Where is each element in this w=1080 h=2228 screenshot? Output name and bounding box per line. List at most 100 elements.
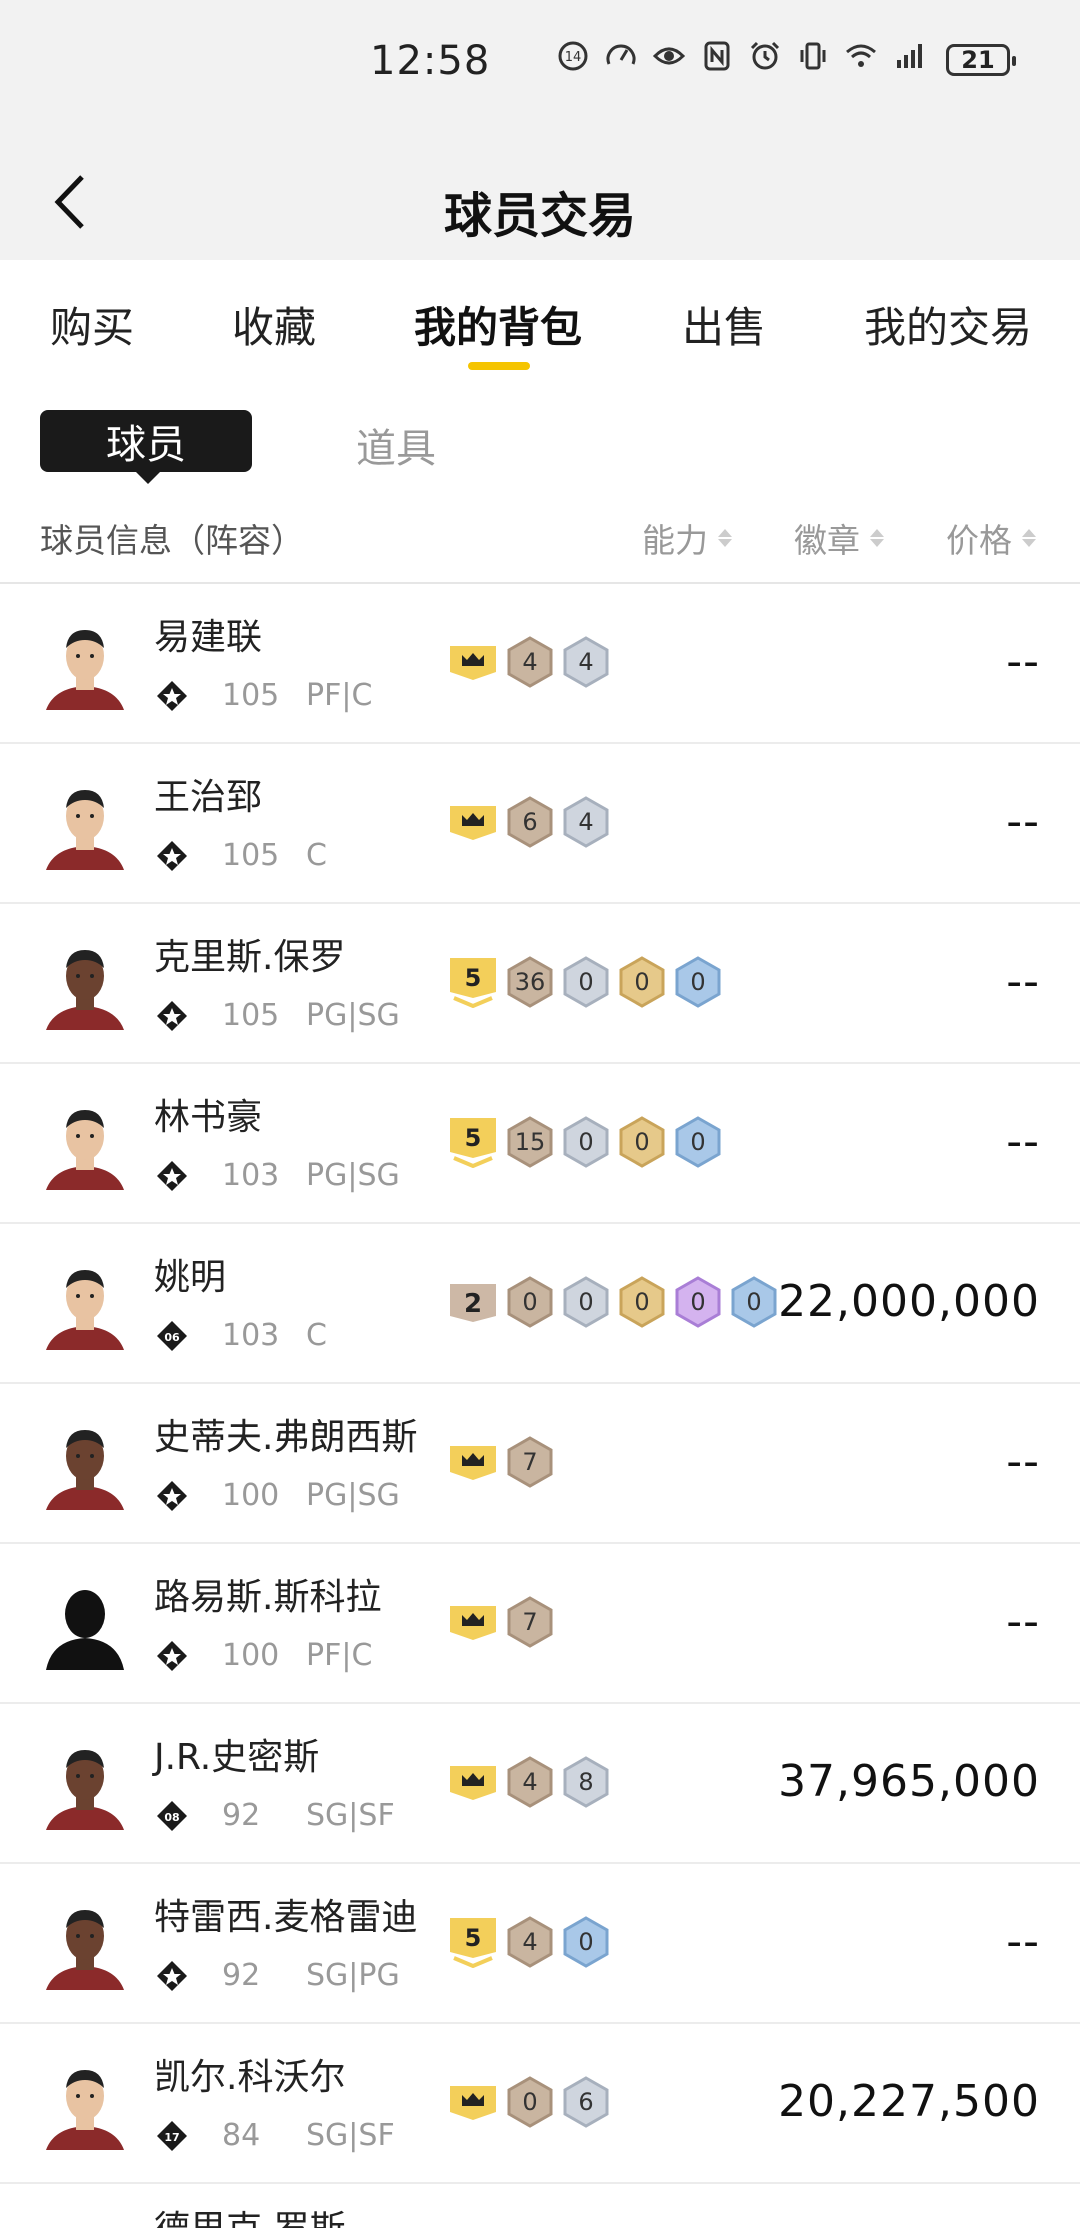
sort-ability-label: 能力 — [642, 521, 708, 560]
player-row[interactable]: 路易斯.斯科拉 100 PF|C 7 -- — [0, 1544, 1080, 1704]
player-row[interactable]: J.R.史密斯 08 92 SG|SF 4 8 37,965,000 — [0, 1704, 1080, 1864]
badge-count-hex: 0 — [618, 1116, 666, 1168]
partial-next-player: 德里克.罗斯 — [154, 2200, 345, 2228]
subtab-players[interactable]: 球员 — [40, 410, 252, 484]
status-time: 12:58 — [370, 38, 491, 84]
tab-my-bag[interactable]: 我的背包 — [414, 294, 582, 355]
badge-count: 6 — [522, 808, 538, 836]
svg-text:5: 5 — [465, 1124, 482, 1152]
active-tab-indicator — [468, 362, 530, 370]
vibrate-icon — [796, 40, 830, 72]
player-row[interactable]: 姚明 06 103 C 2 0 0 0 0 0 22,000,000 — [0, 1224, 1080, 1384]
player-row[interactable]: 王治郅 105 C 6 4 -- — [0, 744, 1080, 904]
badge-count-hex: 4 — [506, 1756, 554, 1808]
player-position: SG|SF — [306, 2118, 395, 2153]
player-rating: 105 — [222, 678, 280, 713]
player-row[interactable]: 林书豪 103 PG|SG 5 15 0 0 0 -- — [0, 1064, 1080, 1224]
sort-badge-label: 徽章 — [794, 521, 860, 560]
player-name: 易建联 — [154, 617, 263, 658]
sort-badge[interactable]: 徽章 — [794, 514, 884, 562]
player-rating: 105 — [222, 998, 280, 1033]
player-row[interactable]: 特雷西.麦格雷迪 92 SG|PG 5 4 0 -- — [0, 1864, 1080, 2024]
list-header: 球员信息（阵容） 能力 徽章 价格 — [0, 490, 1080, 584]
player-avatar — [40, 938, 130, 1030]
badge-count: 6 — [578, 2088, 594, 2116]
sort-price-label: 价格 — [946, 521, 1012, 560]
badge-count-hex: 6 — [562, 2076, 610, 2128]
badge-count-hex: 0 — [618, 1276, 666, 1328]
player-avatar — [40, 778, 130, 870]
sort-ability[interactable]: 能力 — [642, 514, 732, 562]
main-tabs: 购买 收藏 我的背包 出售 我的交易 — [0, 260, 1080, 380]
alarm-icon — [748, 40, 782, 72]
player-row[interactable]: 克里斯.保罗 105 PG|SG 5 36 0 0 0 -- — [0, 904, 1080, 1064]
badge-count-hex: 7 — [506, 1436, 554, 1488]
tab-favorites[interactable]: 收藏 — [232, 294, 316, 355]
badge-count: 0 — [746, 1288, 762, 1316]
tab-buy[interactable]: 购买 — [50, 294, 134, 355]
badge-count: 0 — [578, 1288, 594, 1316]
badge-count-hex: 0 — [674, 956, 722, 1008]
player-row[interactable]: 易建联 105 PF|C 4 4 -- — [0, 584, 1080, 744]
player-position: PG|SG — [306, 1478, 400, 1513]
badge-count: 0 — [578, 968, 594, 996]
tab-sell[interactable]: 出售 — [682, 294, 766, 355]
player-position: C — [306, 1318, 327, 1353]
player-name: 姚明 — [154, 1257, 227, 1298]
player-position: PF|C — [306, 1638, 373, 1673]
player-list: 易建联 105 PF|C 4 4 -- 王治郅 105 C 6 4 -- 克里斯.保罗 105 PG|SG 5… — [0, 584, 1080, 2184]
badge-count: 15 — [514, 1128, 546, 1156]
badge-count-hex: 15 — [506, 1116, 554, 1168]
badge-count: 7 — [522, 1608, 538, 1636]
svg-text:08: 08 — [164, 1811, 179, 1824]
cellular-signal-icon — [892, 40, 926, 72]
sort-icon — [1022, 529, 1036, 547]
sort-price[interactable]: 价格 — [946, 514, 1036, 562]
tier-badge — [448, 637, 498, 687]
player-rating: 105 — [222, 838, 280, 873]
badges-group: 06 — [448, 2076, 610, 2128]
tier-badge — [448, 1757, 498, 1807]
badges-group: 7 — [448, 1596, 554, 1648]
player-rating: 100 — [222, 1478, 280, 1513]
badge-count-hex: 0 — [562, 1276, 610, 1328]
tab-my-trades[interactable]: 我的交易 — [864, 294, 1032, 355]
svg-text:17: 17 — [164, 2131, 179, 2144]
badge-count-hex: 4 — [562, 636, 610, 688]
tier-badge: 5 — [448, 957, 498, 1008]
badge-count-hex: 0 — [618, 956, 666, 1008]
badge-count-hex: 4 — [506, 636, 554, 688]
player-avatar — [40, 1738, 130, 1830]
rank-diamond-icon — [156, 1000, 188, 1032]
badge-count: 8 — [578, 1768, 594, 1796]
player-avatar — [40, 1418, 130, 1510]
badge-count: 36 — [514, 968, 546, 996]
badge-count-hex: 36 — [506, 956, 554, 1008]
tier-badge: 2 — [448, 1277, 498, 1327]
badge-count: 4 — [578, 808, 594, 836]
tier-badge — [448, 1437, 498, 1487]
header-player-info: 球员信息（阵容） — [40, 514, 304, 562]
player-row[interactable]: 凯尔.科沃尔 17 84 SG|SF 0 6 20,227,500 — [0, 2024, 1080, 2184]
navbar: 球员交易 — [0, 130, 1080, 260]
svg-text:2: 2 — [464, 1289, 482, 1319]
player-name: 王治郅 — [154, 777, 263, 818]
rank-diamond-icon — [156, 1160, 188, 1192]
player-price: 37,965,000 — [778, 1756, 1040, 1807]
player-avatar — [40, 1578, 130, 1670]
rank-diamond-icon — [156, 1960, 188, 1992]
badges-group: 5 36 0 0 0 — [448, 956, 722, 1008]
badge-count-hex: 0 — [562, 1116, 610, 1168]
subtab-items[interactable]: 道具 — [356, 416, 436, 474]
badge-count-hex: 0 — [506, 2076, 554, 2128]
nfc-icon — [700, 40, 734, 72]
tier-badge: 5 — [448, 1117, 498, 1168]
player-position: SG|SF — [306, 1798, 395, 1833]
tier-badge — [448, 2077, 498, 2127]
player-price: -- — [1006, 1916, 1040, 1967]
player-rating: 103 — [222, 1318, 280, 1353]
player-price: -- — [1006, 796, 1040, 847]
badge-count-hex: 0 — [674, 1116, 722, 1168]
player-row[interactable]: 史蒂夫.弗朗西斯 100 PG|SG 7 -- — [0, 1384, 1080, 1544]
badge-count: 0 — [634, 1128, 650, 1156]
